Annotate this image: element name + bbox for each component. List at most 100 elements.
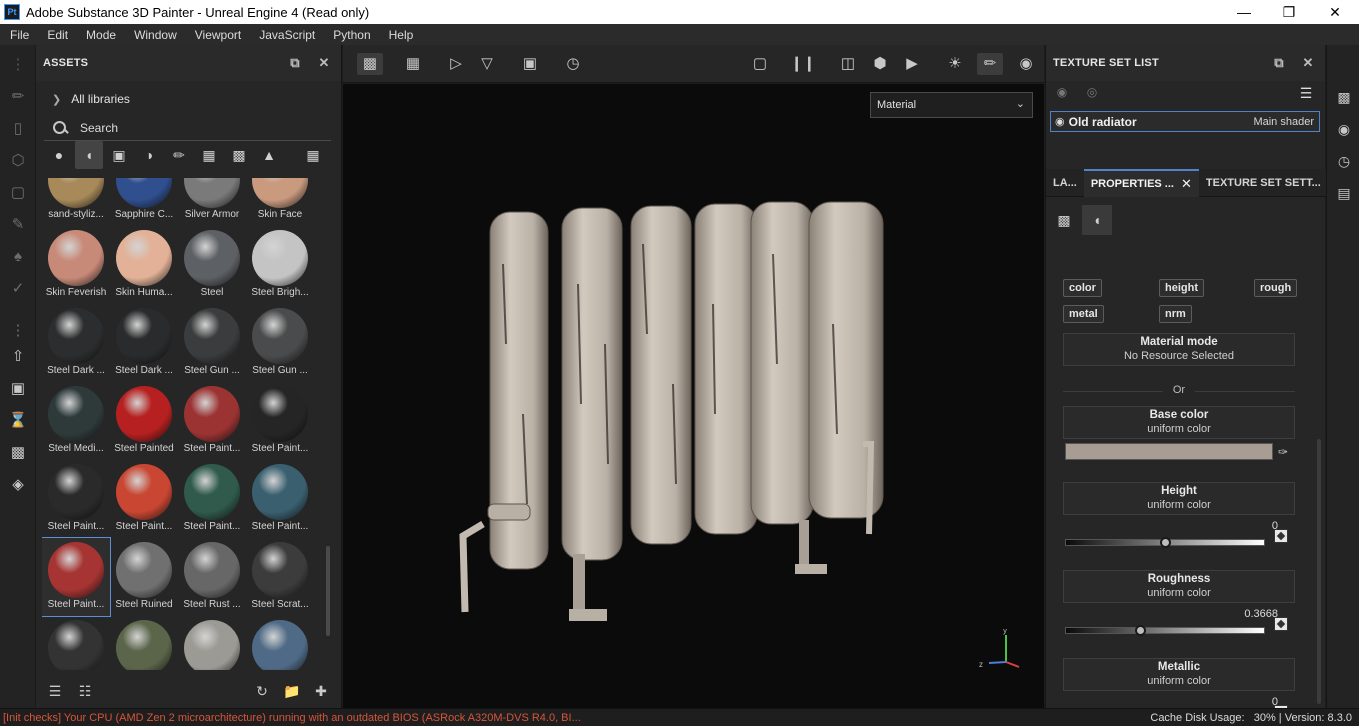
list-view-icon[interactable]: ☰: [46, 682, 64, 700]
texture-set-item[interactable]: ◉ Old radiator Main shader: [1050, 111, 1320, 132]
material-thumbnail[interactable]: Steel Brigh...: [246, 226, 314, 304]
base-color-box[interactable]: Base color uniform color: [1063, 406, 1295, 439]
slider-knob[interactable]: [1134, 625, 1146, 636]
color-picker-icon[interactable]: ✓: [8, 279, 28, 299]
material-thumbnail[interactable]: Silver Armor: [178, 178, 246, 226]
filter-textures-icon[interactable]: ▦: [195, 141, 223, 169]
symmetry-y-icon[interactable]: ▽: [474, 53, 500, 75]
hide-icon[interactable]: ▢: [747, 53, 773, 75]
eye-hidden-icon[interactable]: ◉: [1054, 85, 1070, 101]
material-thumbnail[interactable]: Steel Dark ...: [110, 304, 178, 382]
clone-stamp-icon[interactable]: ♠: [8, 247, 28, 267]
add-icon[interactable]: ✚: [312, 682, 330, 700]
assets-scrollbar[interactable]: [325, 178, 331, 670]
brush-mode-icon[interactable]: ✏: [977, 53, 1003, 75]
tab-texture-set-settings[interactable]: TEXTURE SET SETT...: [1199, 169, 1328, 197]
material-thumbnail[interactable]: Skin Feverish: [42, 226, 110, 304]
menu-window[interactable]: Window: [124, 28, 185, 42]
material-thumbnail[interactable]: Steel Rust ...: [178, 538, 246, 616]
material-thumbnail[interactable]: Steel Paint...: [42, 537, 111, 617]
uv-layout-icon[interactable]: ◈: [8, 475, 28, 495]
init-check-warning[interactable]: [Init checks] Your CPU (AMD Zen 2 microa…: [3, 712, 581, 724]
lighting-icon[interactable]: ☀: [942, 53, 968, 75]
texture-set-shader[interactable]: Main shader: [1253, 116, 1314, 128]
material-thumbnail[interactable]: [42, 616, 110, 670]
history-icon[interactable]: ◷: [560, 53, 586, 75]
hourglass-icon[interactable]: ⌛: [8, 411, 28, 431]
menu-mode[interactable]: Mode: [76, 28, 124, 42]
export-icon[interactable]: ⇧: [8, 347, 28, 367]
menu-javascript[interactable]: JavaScript: [249, 28, 323, 42]
base-color-swatch[interactable]: [1065, 443, 1273, 460]
tab-properties[interactable]: PROPERTIES ... ✕: [1083, 169, 1199, 197]
channel-metal-button[interactable]: metal: [1063, 305, 1104, 323]
material-thumbnail[interactable]: Skin Face: [246, 178, 314, 226]
menu-viewport[interactable]: Viewport: [185, 28, 249, 42]
history-panel-icon[interactable]: ◷: [1334, 151, 1354, 171]
filter-environments-icon[interactable]: ▲: [255, 141, 283, 169]
filter-brushes-icon[interactable]: ✏: [165, 141, 193, 169]
projection-icon[interactable]: ⬡: [8, 151, 28, 171]
visibility-eye-icon[interactable]: ◉: [1055, 115, 1065, 128]
filter-generators-icon[interactable]: ◑: [135, 141, 163, 169]
symmetry-x-icon[interactable]: ▷: [443, 53, 469, 75]
refresh-icon[interactable]: ↻: [253, 682, 271, 700]
material-thumbnail[interactable]: Steel Ruined: [110, 538, 178, 616]
grid-icon[interactable]: ▦: [400, 53, 426, 75]
material-thumbnail[interactable]: sand-styliz...: [42, 178, 110, 226]
filter-alphas-icon[interactable]: ▩: [225, 141, 253, 169]
metallic-box[interactable]: Metallic uniform color: [1063, 658, 1295, 691]
channel-nrm-button[interactable]: nrm: [1159, 305, 1192, 323]
new-folder-icon[interactable]: 📁: [283, 682, 301, 700]
tab-layers[interactable]: LA...: [1046, 169, 1084, 197]
3d-viewport[interactable]: Material ⌄ y z: [343, 84, 1044, 708]
bake-icon[interactable]: ▣: [8, 379, 28, 399]
slider-knob[interactable]: [1159, 537, 1171, 548]
close-icon[interactable]: ✕: [1312, 0, 1358, 24]
close-panel-icon[interactable]: ✕: [316, 55, 332, 71]
material-thumbnail[interactable]: Steel Paint...: [246, 460, 314, 538]
material-thumbnail[interactable]: Steel Dark ...: [42, 304, 110, 382]
material-sphere-icon[interactable]: ◖: [1082, 205, 1112, 235]
material-thumbnail[interactable]: Steel: [178, 226, 246, 304]
geometry-mask-icon[interactable]: ▢: [8, 183, 28, 203]
material-thumbnail[interactable]: Steel Paint...: [110, 460, 178, 538]
channel-rough-button[interactable]: rough: [1254, 279, 1298, 297]
eraser-icon[interactable]: ▯: [8, 119, 28, 139]
material-thumbnail[interactable]: [178, 616, 246, 670]
menu-file[interactable]: File: [0, 28, 37, 42]
minimize-icon[interactable]: —: [1221, 0, 1267, 24]
channel-height-button[interactable]: height: [1159, 279, 1204, 297]
log-icon[interactable]: ▤: [1334, 183, 1354, 203]
random-seed-icon[interactable]: [1274, 617, 1288, 631]
search-input[interactable]: [80, 120, 300, 135]
properties-settings-icon[interactable]: ▩: [1049, 205, 1079, 235]
material-thumbnail[interactable]: Sapphire C...: [110, 178, 178, 226]
display-settings-icon[interactable]: ▩: [1334, 87, 1354, 107]
menu-icon[interactable]: ☰: [1298, 85, 1314, 101]
channel-color-button[interactable]: color: [1063, 279, 1102, 297]
undock-icon[interactable]: ⧉: [287, 55, 303, 71]
material-thumbnail[interactable]: Steel Gun ...: [246, 304, 314, 382]
material-thumbnail[interactable]: [246, 616, 314, 670]
fit-icon[interactable]: ▣: [517, 53, 543, 75]
material-thumbnail[interactable]: Steel Paint...: [42, 460, 110, 538]
menu-edit[interactable]: Edit: [37, 28, 76, 42]
filter-smart-materials-icon[interactable]: ◖: [75, 141, 103, 169]
menu-python[interactable]: Python: [323, 28, 378, 42]
material-thumbnail[interactable]: Steel Paint...: [246, 382, 314, 460]
close-panel-icon[interactable]: ✕: [1300, 55, 1316, 71]
filter-masks-icon[interactable]: ▣: [105, 141, 133, 169]
properties-scrollbar[interactable]: [1315, 235, 1323, 708]
layer-instance-icon[interactable]: ▩: [8, 443, 28, 463]
eye-icon[interactable]: ◎: [1084, 85, 1100, 101]
shader-settings-icon[interactable]: ◉: [1334, 119, 1354, 139]
view-3d-icon[interactable]: ⬢: [867, 53, 893, 75]
menu-help[interactable]: Help: [379, 28, 422, 42]
eyedropper-icon[interactable]: ✑: [1278, 445, 1292, 459]
details-view-icon[interactable]: ☷: [76, 682, 94, 700]
material-thumbnail[interactable]: Skin Huma...: [110, 226, 178, 304]
filter-materials-icon[interactable]: ●: [45, 141, 73, 169]
camera-icon[interactable]: ▶: [899, 53, 925, 75]
screenshot-icon[interactable]: ◉: [1013, 53, 1039, 75]
